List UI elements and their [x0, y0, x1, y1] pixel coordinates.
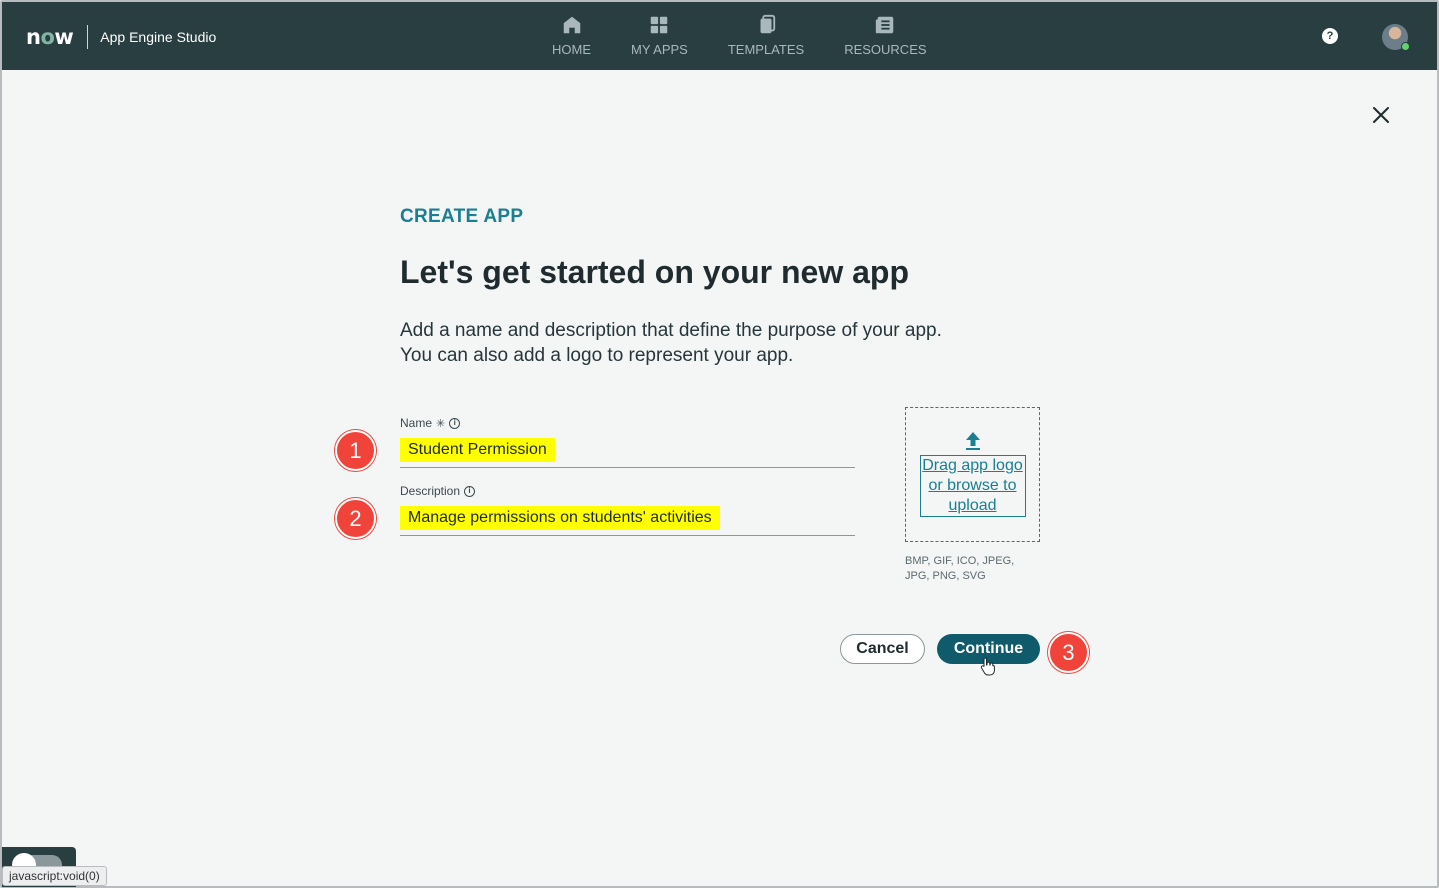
step-badge-1: 1 — [335, 430, 376, 471]
home-icon — [563, 16, 580, 34]
grid-icon — [651, 16, 668, 34]
close-icon[interactable] — [1369, 103, 1393, 127]
required-icon: ✳ — [436, 417, 446, 430]
nav-item-resources[interactable]: RESOURCES — [824, 14, 946, 57]
top-navigation-bar: now App Engine Studio HOME MY APPS TEMPL… — [2, 2, 1437, 70]
user-avatar[interactable] — [1382, 24, 1410, 51]
name-input[interactable]: Student Permission — [400, 436, 855, 468]
hand-cursor-icon — [980, 657, 995, 676]
subtitle-line: Add a name and description that define t… — [400, 320, 942, 341]
brand-logo[interactable]: now App Engine Studio — [26, 24, 216, 50]
main-nav: HOME MY APPS TEMPLATES RESOURCES — [532, 14, 947, 57]
step-badge-2: 2 — [335, 498, 376, 539]
description-field-label: Description i — [400, 484, 476, 498]
browser-status-bar: javascript:void(0) — [2, 866, 107, 886]
nav-item-label: TEMPLATES — [727, 42, 805, 57]
logo-divider — [87, 25, 89, 49]
upload-icon — [965, 431, 980, 450]
name-label-text: Name — [400, 416, 433, 430]
subtitle-line: You can also add a logo to represent you… — [400, 345, 794, 366]
help-icon[interactable]: ? — [1322, 28, 1338, 44]
page-title: Let's get started on your new app — [400, 254, 910, 290]
supported-formats-text: BMP, GIF, ICO, JPEG, JPG, PNG, SVG — [905, 555, 1015, 582]
page-subtitle: Add a name and description that define t… — [400, 318, 1040, 368]
nav-item-label: HOME — [552, 42, 591, 57]
app-name: App Engine Studio — [100, 29, 217, 45]
resources-icon — [876, 16, 894, 34]
info-icon[interactable]: i — [464, 485, 476, 497]
page-eyebrow: CREATE APP — [400, 206, 524, 227]
cancel-button[interactable]: Cancel — [840, 634, 925, 664]
nav-item-home[interactable]: HOME — [532, 14, 611, 57]
step-badge-3: 3 — [1048, 632, 1089, 673]
online-status-dot — [1401, 42, 1410, 51]
info-icon[interactable]: i — [449, 417, 461, 429]
nav-item-label: RESOURCES — [844, 42, 927, 57]
description-label-text: Description — [400, 484, 461, 498]
nav-item-templates[interactable]: TEMPLATES — [708, 14, 824, 57]
description-input-value: Manage permissions on students' activiti… — [400, 506, 720, 530]
name-input-value: Student Permission — [400, 438, 555, 462]
description-input[interactable]: Manage permissions on students' activiti… — [400, 504, 855, 536]
upload-link[interactable]: Drag app logo or browse to upload — [919, 454, 1026, 517]
nav-item-label: MY APPS — [631, 42, 688, 57]
nav-item-my-apps[interactable]: MY APPS — [611, 14, 708, 57]
now-logo: now — [26, 25, 74, 49]
name-field-label: Name ✳ i — [400, 416, 461, 430]
logo-upload-dropzone[interactable]: Drag app logo or browse to upload — [905, 407, 1040, 542]
templates-icon — [760, 14, 776, 34]
